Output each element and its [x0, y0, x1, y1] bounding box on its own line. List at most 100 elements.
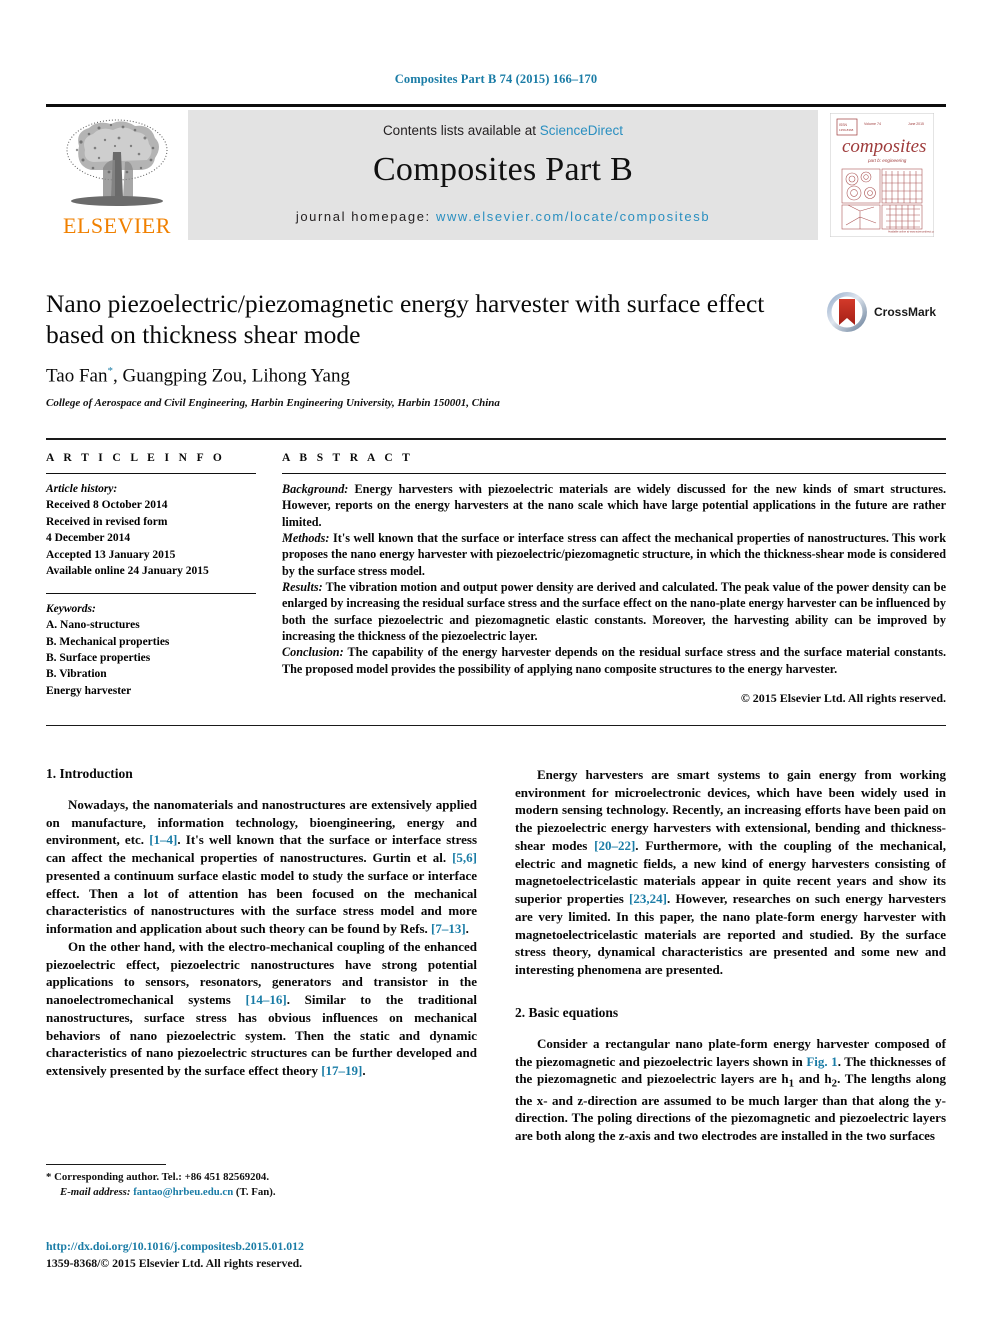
abstract-background: Background: Energy harvesters with piezo… [282, 481, 946, 530]
basic-equations-paragraph-1: Consider a rectangular nano plate-form e… [515, 1035, 946, 1145]
intro-paragraph-1: Nowadays, the nanomaterials and nanostru… [46, 796, 477, 938]
keyword-item: Energy harvester [46, 684, 132, 697]
text-run: and h [794, 1071, 832, 1087]
intro-paragraph-3: Energy harvesters are smart systems to g… [515, 766, 946, 979]
article-history-label: Article history: [46, 483, 118, 495]
section-heading-basic-equations: 2. Basic equations [515, 1004, 619, 1020]
svg-text:ISSN: ISSN [839, 123, 847, 127]
abstract-rule [282, 473, 946, 474]
abstract-methods-text: It's well known that the surface or inte… [282, 531, 946, 578]
abstract-conclusion-label: Conclusion: [282, 645, 344, 660]
running-head: Composites Part B 74 (2015) 166–170 [394, 72, 598, 86]
intro-paragraph-2: On the other hand, with the electro-mech… [46, 938, 477, 1080]
section-heading-introduction: 1. Introduction [46, 766, 133, 781]
doi-block: http://dx.doi.org/10.1016/j.compositesb.… [46, 1238, 477, 1271]
abstract-results-text: The vibration motion and output power de… [282, 580, 946, 644]
cover-image: ISSN 1359-8368 Volume 74 June 2015 compo… [830, 113, 934, 237]
abstract-body: Background: Energy harvesters with piezo… [282, 481, 946, 706]
journal-homepage-line: journal homepage: www.elsevier.com/locat… [296, 209, 710, 224]
abstract-background-label: Background: [282, 482, 349, 496]
journal-masthead: ELSEVIER Contents lists available at Sci… [46, 104, 946, 240]
author-list: Tao Fan*, Guangping Zou, Lihong Yang [46, 365, 946, 387]
sciencedirect-link[interactable]: ScienceDirect [540, 123, 623, 138]
crossmark-icon [827, 292, 867, 332]
history-item: 4 December 2014 [46, 532, 131, 545]
footnote-block: * Corresponding author. Tel.: +86 451 82… [46, 1164, 477, 1201]
author-names: Tao Fan [46, 365, 108, 387]
issn-copyright: 1359-8368/© 2015 Elsevier Ltd. All right… [46, 1255, 303, 1270]
article-info-heading: A R T I C L E I N F O [46, 452, 226, 464]
citation-ref[interactable]: [20–22] [594, 838, 635, 853]
svg-text:Available online at www.scienc: Available online at www.sciencedirect.co… [888, 230, 934, 234]
email-link[interactable]: fantao@hrbeu.edu.cn [133, 1186, 233, 1198]
citation-ref[interactable]: [17–19] [321, 1063, 362, 1078]
article-history-block: Article history: Received 8 October 2014… [46, 481, 256, 580]
doi-link[interactable]: http://dx.doi.org/10.1016/j.compositesb.… [46, 1238, 477, 1255]
crossmark-badge[interactable]: CrossMark [826, 288, 946, 336]
keyword-item: B. Mechanical properties [46, 635, 170, 648]
citation-ref[interactable]: [5,6] [452, 850, 477, 865]
author-names-rest: , Guangping Zou, Lihong Yang [112, 365, 350, 387]
body-column-left: 1. Introduction Nowadays, the nanomateri… [46, 766, 477, 1145]
text-run: . [465, 921, 469, 937]
text-run: presented a continuum surface elastic mo… [46, 867, 477, 937]
history-item: Received in revised form [46, 515, 168, 528]
keywords-block: Keywords: A. Nano-structures B. Mechanic… [46, 601, 256, 700]
svg-text:1359-8368: 1359-8368 [839, 128, 854, 132]
elsevier-wordmark: ELSEVIER [63, 213, 171, 238]
body-column-right: Energy harvesters are smart systems to g… [515, 766, 946, 1145]
body-separator-rule [46, 725, 946, 726]
crossmark-label: CrossMark [874, 305, 937, 319]
citation-ref[interactable]: [23,24] [629, 891, 667, 906]
affiliation: College of Aerospace and Civil Engineeri… [46, 396, 500, 409]
title-block: Nano piezoelectric/piezomagnetic energy … [46, 288, 946, 409]
keywords-rule [46, 592, 256, 594]
journal-band: Contents lists available at ScienceDirec… [188, 110, 818, 240]
svg-text:part b: engineering: part b: engineering [867, 158, 907, 163]
svg-text:June 2015: June 2015 [908, 122, 924, 126]
journal-title: Composites Part B [372, 151, 634, 188]
abstract-copyright: © 2015 Elsevier Ltd. All rights reserved… [740, 691, 946, 706]
abstract-heading: A B S T R A C T [282, 452, 414, 464]
abstract-results: Results: The vibration motion and output… [282, 579, 946, 644]
page-title: Nano piezoelectric/piezomagnetic energy … [46, 289, 765, 350]
journal-article-page: Composites Part B 74 (2015) 166–170 ELSE… [0, 0, 992, 1323]
email-suffix: (T. Fan). [233, 1186, 276, 1199]
abstract-column: A B S T R A C T Background: Energy harve… [278, 452, 946, 706]
article-info-rule [46, 473, 256, 474]
citation-ref[interactable]: [14–16] [246, 992, 287, 1007]
elsevier-tree-icon [66, 119, 168, 206]
email-label: E-mail address: [60, 1186, 131, 1199]
abstract-methods: Methods: It's well known that the surfac… [282, 530, 946, 579]
contents-prefix: Contents lists available at [382, 123, 540, 138]
email-note: E-mail address: fantao@hrbeu.edu.cn (T. … [46, 1185, 477, 1200]
citation-ref[interactable]: [7–13] [431, 921, 466, 936]
keywords-label: Keywords: [46, 602, 96, 615]
info-abstract-region: A R T I C L E I N F O Article history: R… [46, 438, 946, 706]
history-item: Received 8 October 2014 [46, 499, 168, 512]
footnote-rule [46, 1164, 166, 1165]
keyword-item: B. Surface properties [46, 651, 151, 664]
figure-ref-link[interactable]: Fig. 1 [806, 1054, 837, 1069]
history-item: Accepted 13 January 2015 [46, 548, 176, 561]
homepage-prefix: journal homepage: [295, 209, 436, 224]
keyword-item: B. Vibration [46, 668, 107, 681]
abstract-conclusion: Conclusion: The capability of the energy… [282, 644, 946, 677]
text-run: . [362, 1063, 366, 1079]
abstract-methods-label: Methods: [282, 531, 330, 546]
keyword-item: A. Nano-structures [46, 619, 140, 632]
body-columns: 1. Introduction Nowadays, the nanomateri… [46, 766, 946, 1145]
history-item: Available online 24 January 2015 [46, 565, 209, 578]
abstract-background-text: Energy harvesters with piezoelectric mat… [282, 482, 946, 529]
corresponding-author-note: * Corresponding author. Tel.: +86 451 82… [46, 1171, 270, 1183]
contents-available-line: Contents lists available at ScienceDirec… [383, 123, 623, 138]
homepage-url-link[interactable]: www.elsevier.com/locate/compositesb [436, 209, 710, 224]
abstract-results-label: Results: [282, 580, 323, 595]
svg-text:Volume 74: Volume 74 [864, 122, 881, 126]
article-info-column: A R T I C L E I N F O Article history: R… [46, 452, 278, 706]
citation-ref[interactable]: [1–4] [149, 832, 177, 847]
svg-text:composites: composites [842, 136, 926, 157]
abstract-conclusion-text: The capability of the energy harvester d… [282, 645, 946, 676]
elsevier-logo: ELSEVIER [46, 110, 188, 240]
journal-cover-thumbnail: ISSN 1359-8368 Volume 74 June 2015 compo… [818, 110, 946, 240]
